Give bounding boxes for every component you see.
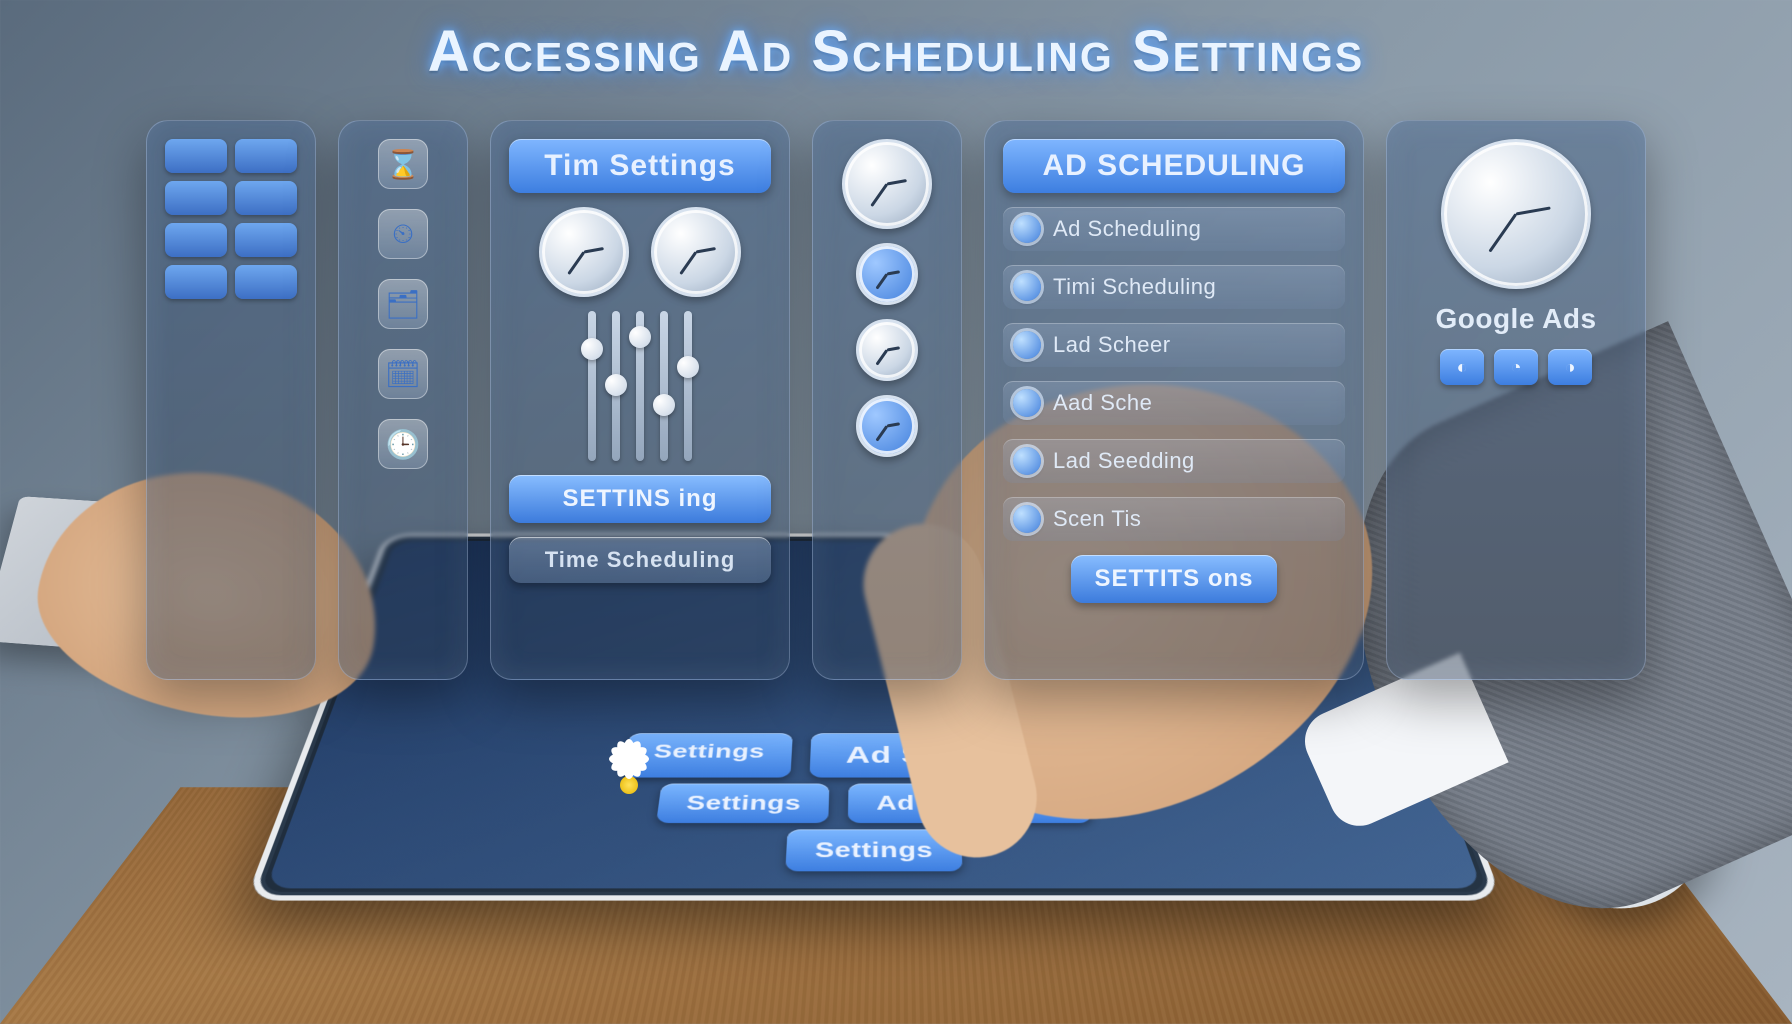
- schedule-option[interactable]: Lad Seedding: [1003, 439, 1345, 483]
- radio-icon[interactable]: [1013, 273, 1041, 301]
- grid-cell[interactable]: [165, 265, 227, 299]
- tablet-tab-row-2: Settings Ad Sceduling: [656, 784, 1093, 823]
- option-label: Timi Scheduling: [1053, 274, 1216, 300]
- ad-scheduling-header: AD SCHEDULING: [1003, 139, 1345, 193]
- option-label: Scen Tis: [1053, 506, 1141, 532]
- slider-group: [588, 311, 692, 461]
- mini-button[interactable]: ◔: [1494, 349, 1538, 385]
- google-ads-icon-row: ◐ ◔ ◑: [1440, 349, 1592, 385]
- radio-icon[interactable]: [1013, 389, 1041, 417]
- grid-cell[interactable]: [235, 223, 297, 257]
- schedule-option[interactable]: Aad Sche: [1003, 381, 1345, 425]
- hourglass-icon[interactable]: ⌛: [378, 139, 428, 189]
- radio-icon[interactable]: [1013, 331, 1041, 359]
- calendar-icon[interactable]: 🗓: [378, 349, 428, 399]
- schedule-settings-button[interactable]: SETTITS ons: [1071, 555, 1276, 603]
- tablet-tab-row-3: Settings: [785, 829, 963, 871]
- mini-button[interactable]: ◐: [1440, 349, 1484, 385]
- option-label: Lad Seedding: [1053, 448, 1195, 474]
- google-ads-label: Google Ads: [1435, 303, 1596, 335]
- clock-face-icon[interactable]: [856, 395, 918, 457]
- grid-cell[interactable]: [235, 265, 297, 299]
- panel-clocks-column: [812, 120, 962, 680]
- grid-cell[interactable]: [235, 139, 297, 173]
- option-label: Aad Sche: [1053, 390, 1152, 416]
- grid-cells: [165, 139, 297, 299]
- tab-settings-2[interactable]: Settings: [656, 784, 830, 823]
- tab-ad-scheduling-2[interactable]: Ad Sceduling: [848, 784, 1092, 823]
- grid-cell[interactable]: [165, 181, 227, 215]
- tab-settings-3[interactable]: Settings: [785, 829, 963, 871]
- grid-cell[interactable]: [165, 223, 227, 257]
- tab-settings-1[interactable]: Settings: [623, 733, 793, 777]
- clock-face-icon[interactable]: [842, 139, 932, 229]
- clock-face-icon[interactable]: [539, 207, 629, 297]
- radio-icon[interactable]: [1013, 447, 1041, 475]
- panel-google-ads: Google Ads ◐ ◔ ◑: [1386, 120, 1646, 680]
- folder-icon[interactable]: 🗂: [378, 279, 428, 329]
- radio-icon[interactable]: [1013, 505, 1041, 533]
- panel-time-settings: Tim Settings SETTINS ing Time Scheduling: [490, 120, 790, 680]
- grid-cell[interactable]: [165, 139, 227, 173]
- option-label: Lad Scheer: [1053, 332, 1171, 358]
- panel-grid: [146, 120, 316, 680]
- time-settings-header: Tim Settings: [509, 139, 771, 193]
- option-label: Ad Scheduling: [1053, 216, 1201, 242]
- schedule-option[interactable]: Timi Scheduling: [1003, 265, 1345, 309]
- settings-button[interactable]: SETTINS ing: [509, 475, 771, 523]
- clock-row: [539, 207, 741, 297]
- slider[interactable]: [588, 311, 596, 461]
- mini-button[interactable]: ◑: [1548, 349, 1592, 385]
- tab-ad-scheduling-1[interactable]: Ad Scheduling: [809, 733, 1125, 777]
- clock-face-icon[interactable]: [856, 243, 918, 305]
- slider[interactable]: [684, 311, 692, 461]
- tablet-tab-row-1: Settings Ad Scheduling: [623, 733, 1126, 777]
- slider[interactable]: [660, 311, 668, 461]
- radio-icon[interactable]: [1013, 215, 1041, 243]
- icon-stack: ⌛ ⏲ 🗂 🗓 🕒: [378, 139, 428, 469]
- schedule-option[interactable]: Scen Tis: [1003, 497, 1345, 541]
- page-title: Accessing Ad Scheduling Settings: [428, 18, 1364, 85]
- time-scheduling-label: Time Scheduling: [509, 537, 771, 583]
- slider[interactable]: [612, 311, 620, 461]
- clock-face-icon[interactable]: [856, 319, 918, 381]
- clock-face-icon[interactable]: [651, 207, 741, 297]
- holo-panels-row: ⌛ ⏲ 🗂 🗓 🕒 Tim Settings SETTINS ing Time …: [146, 120, 1646, 680]
- timer-icon[interactable]: ⏲: [378, 209, 428, 259]
- panel-icon-strip: ⌛ ⏲ 🗂 🗓 🕒: [338, 120, 468, 680]
- slider[interactable]: [636, 311, 644, 461]
- wall-clock-icon: [1441, 139, 1591, 289]
- clock-icon[interactable]: 🕒: [378, 419, 428, 469]
- schedule-option[interactable]: Ad Scheduling: [1003, 207, 1345, 251]
- panel-ad-scheduling: AD SCHEDULING Ad Scheduling Timi Schedul…: [984, 120, 1364, 680]
- grid-cell[interactable]: [235, 181, 297, 215]
- schedule-option[interactable]: Lad Scheer: [1003, 323, 1345, 367]
